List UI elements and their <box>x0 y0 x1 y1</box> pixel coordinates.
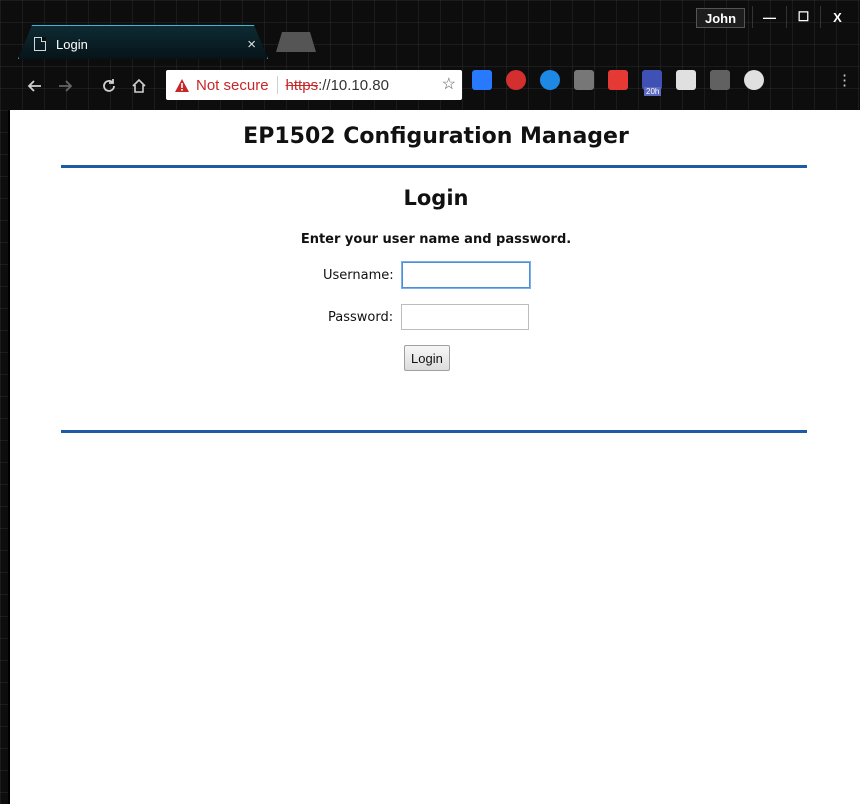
eye-off-icon[interactable] <box>744 70 764 90</box>
username-row: Username: <box>323 262 530 288</box>
home-icon <box>132 78 146 93</box>
forward-button[interactable] <box>50 71 80 101</box>
username-field[interactable] <box>401 262 530 288</box>
e-icon[interactable] <box>540 70 560 90</box>
home-button[interactable] <box>124 71 154 101</box>
extension-bar: 20h <box>472 70 778 96</box>
adblock-icon[interactable] <box>506 70 526 90</box>
page-viewport: EP1502 Configuration Manager Login Enter… <box>8 110 860 804</box>
browser-menu-icon[interactable]: · · · <box>842 68 847 94</box>
security-status[interactable]: Not secure <box>196 77 269 94</box>
tab-content[interactable]: Login × <box>34 32 264 56</box>
chat-badge: 20h <box>644 87 662 96</box>
url-scheme: https <box>285 76 319 94</box>
browser-window: Login × John — ☐ X Not secure https ://1… <box>0 0 860 804</box>
back-button[interactable] <box>20 71 50 101</box>
maximize-button[interactable]: ☐ <box>786 6 820 28</box>
reload-icon <box>103 79 115 92</box>
back-arrow-icon <box>27 80 41 92</box>
address-bar[interactable]: Not secure https ://10.10.80 ☆ <box>166 70 462 100</box>
login-heading: Login <box>403 186 469 210</box>
reload-button[interactable] <box>94 71 124 101</box>
login-button[interactable]: Login <box>404 345 450 371</box>
star-icon[interactable]: ☆ <box>442 74 456 94</box>
password-field[interactable] <box>401 304 530 330</box>
minimize-button[interactable]: — <box>752 6 786 28</box>
close-window-button[interactable]: X <box>820 6 854 28</box>
tab-title: Login <box>56 36 88 52</box>
new-tab-button[interactable] <box>276 32 316 52</box>
divider-top <box>61 165 807 168</box>
profile-button[interactable]: John <box>696 8 746 28</box>
chat-icon[interactable]: 20h <box>642 70 662 96</box>
tab-strip: Login × John — ☐ X <box>0 0 860 60</box>
url-host: ://10.10.80 <box>318 76 389 94</box>
bitly-icon[interactable] <box>472 70 492 90</box>
login-instructions: Enter your user name and password. <box>300 232 572 247</box>
password-label: Password: <box>328 309 394 325</box>
pdf-icon[interactable] <box>710 70 730 90</box>
page-title: EP1502 Configuration Manager <box>243 124 629 149</box>
bookmark-red-icon[interactable] <box>608 70 628 90</box>
d-icon[interactable] <box>574 70 594 90</box>
omnibox-separator <box>276 76 278 94</box>
window-controls: — ☐ X <box>752 6 854 28</box>
forward-arrow-icon <box>59 80 73 92</box>
tab-close-button[interactable]: × <box>247 36 256 53</box>
warning-icon <box>175 78 189 92</box>
page-icon <box>34 37 46 51</box>
password-row: Password: <box>328 304 530 330</box>
divider-bottom <box>61 430 807 433</box>
username-label: Username: <box>323 267 394 283</box>
card-icon[interactable] <box>676 70 696 90</box>
